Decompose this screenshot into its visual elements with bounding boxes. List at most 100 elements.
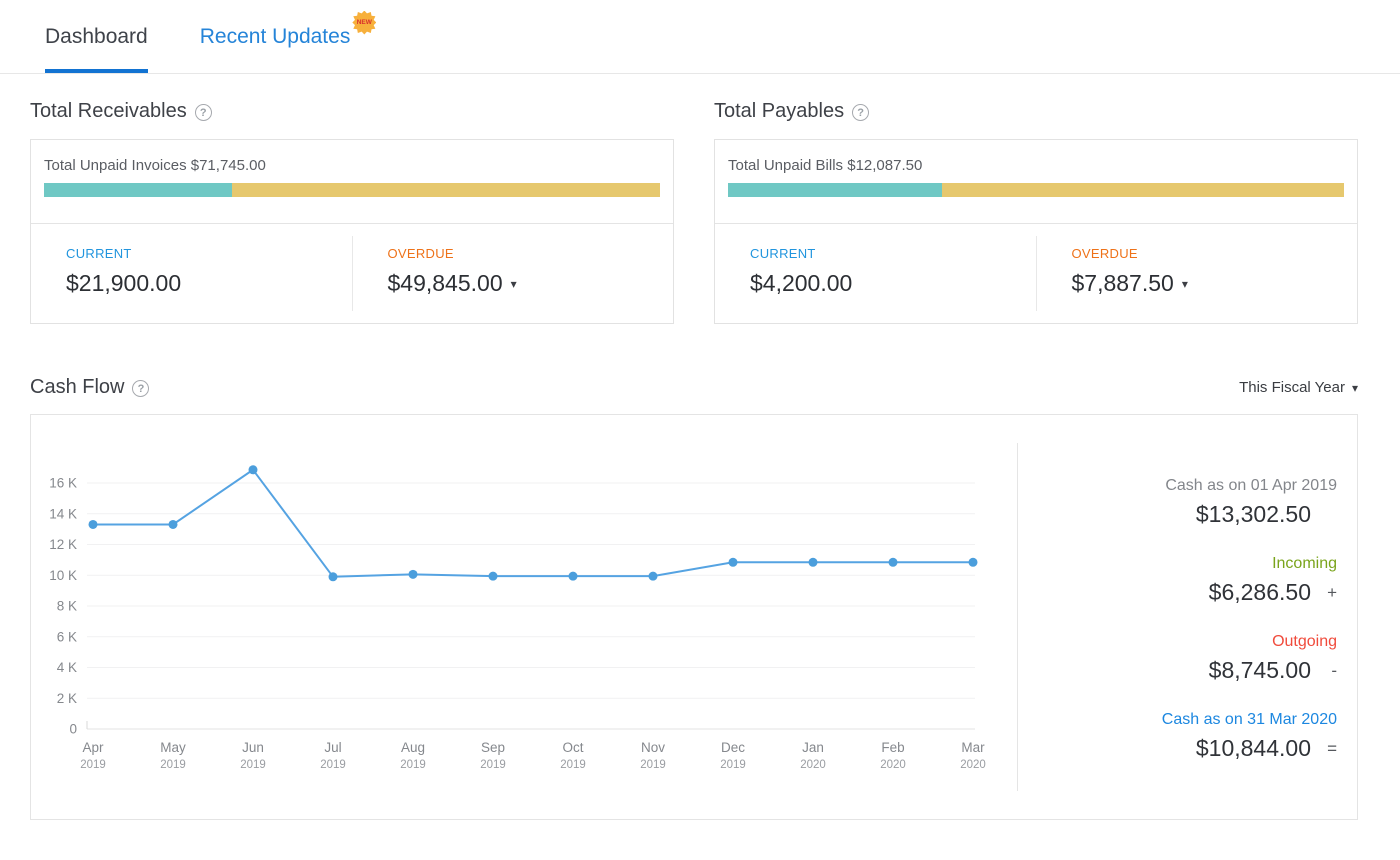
- cash-opening-value: $13,302.50: [1196, 501, 1311, 528]
- payables-overdue-amount[interactable]: $7,887.50 ▾: [1072, 270, 1358, 297]
- chart-point[interactable]: [889, 558, 898, 567]
- cash-summary-panel: Cash as on 01 Apr 2019 $13,302.50 Incomi…: [1017, 443, 1357, 791]
- new-badge: NEW: [352, 11, 376, 35]
- overdue-label: OVERDUE: [388, 246, 674, 261]
- y-axis-tick: 12 K: [49, 537, 77, 552]
- x-axis-month: Jul: [324, 740, 341, 755]
- help-icon[interactable]: ?: [852, 104, 869, 121]
- fiscal-year-dropdown[interactable]: This Fiscal Year ▾: [1239, 379, 1358, 396]
- y-axis-tick: 8 K: [57, 599, 77, 614]
- help-icon[interactable]: ?: [195, 104, 212, 121]
- cashflow-line-chart[interactable]: 02 K4 K6 K8 K10 K12 K14 K16 KApr2019May2…: [31, 415, 1017, 787]
- tab-dashboard-label: Dashboard: [45, 25, 148, 49]
- x-axis-month: Aug: [401, 740, 425, 755]
- chart-point[interactable]: [489, 572, 498, 581]
- x-axis-month: Oct: [562, 740, 583, 755]
- x-axis-year: 2019: [720, 759, 746, 771]
- chart-point[interactable]: [329, 572, 338, 581]
- receivables-progress-track: [44, 183, 660, 197]
- current-label: CURRENT: [750, 246, 1036, 261]
- y-axis-tick: 14 K: [49, 506, 77, 521]
- unpaid-invoices-label: Total Unpaid Invoices $71,745.00: [44, 157, 660, 174]
- help-icon[interactable]: ?: [132, 380, 149, 397]
- x-axis-month: Feb: [881, 740, 904, 755]
- y-axis-tick: 6 K: [57, 629, 77, 644]
- receivables-current-amount: $21,900.00: [66, 270, 352, 297]
- chart-point[interactable]: [169, 520, 178, 529]
- receivables-overdue-value: $49,845.00: [388, 270, 503, 297]
- receivables-progress-block: Total Unpaid Invoices $71,745.00: [31, 140, 673, 224]
- receivables-overdue: OVERDUE $49,845.00 ▾: [352, 236, 674, 311]
- x-axis-month: May: [160, 740, 186, 755]
- cashflow-title: Cash Flow ?: [30, 376, 149, 399]
- cash-opening-group: Cash as on 01 Apr 2019 $13,302.50: [1165, 477, 1337, 528]
- chevron-down-icon[interactable]: ▾: [511, 277, 517, 291]
- cashflow-title-text: Cash Flow: [30, 376, 124, 399]
- chart-point[interactable]: [569, 572, 578, 581]
- payables-overdue-value: $7,887.50: [1072, 270, 1174, 297]
- y-axis-tick: 4 K: [57, 660, 77, 675]
- outgoing-label: Outgoing: [1209, 633, 1337, 651]
- receivables-title: Total Receivables ?: [30, 100, 674, 123]
- chart-point[interactable]: [649, 572, 658, 581]
- payables-progress-track: [728, 183, 1344, 197]
- x-axis-year: 2019: [240, 759, 266, 771]
- payables-title-text: Total Payables: [714, 100, 844, 123]
- receivables-current: CURRENT $21,900.00: [31, 224, 352, 323]
- x-axis-year: 2020: [800, 759, 826, 771]
- payables-overdue: OVERDUE $7,887.50 ▾: [1036, 236, 1358, 311]
- minus-operator: -: [1311, 661, 1337, 681]
- tab-recent-updates-label: Recent Updates: [200, 25, 351, 49]
- payables-current-value: $4,200.00: [750, 270, 852, 297]
- chart-point[interactable]: [729, 558, 738, 567]
- x-axis-year: 2019: [160, 759, 186, 771]
- x-axis-year: 2019: [80, 759, 106, 771]
- x-axis-month: Nov: [641, 740, 665, 755]
- y-axis-tick: 2 K: [57, 691, 77, 706]
- y-axis-tick: 10 K: [49, 568, 77, 583]
- receivables-progress-fill: [44, 183, 232, 197]
- chart-point[interactable]: [809, 558, 818, 567]
- cash-closing-label: Cash as on 31 Mar 2020: [1162, 711, 1337, 729]
- incoming-value: $6,286.50: [1209, 579, 1311, 606]
- cash-opening-label: Cash as on 01 Apr 2019: [1165, 477, 1337, 495]
- incoming-label: Incoming: [1209, 555, 1337, 573]
- x-axis-year: 2019: [560, 759, 586, 771]
- cashflow-chart-area: 02 K4 K6 K8 K10 K12 K14 K16 KApr2019May2…: [31, 415, 1017, 819]
- cash-closing-value: $10,844.00: [1196, 735, 1311, 762]
- x-axis-month: Jan: [802, 740, 824, 755]
- x-axis-year: 2020: [880, 759, 906, 771]
- current-label: CURRENT: [66, 246, 352, 261]
- receivables-overdue-amount[interactable]: $49,845.00 ▾: [388, 270, 674, 297]
- cash-incoming-group: Incoming $6,286.50 +: [1209, 555, 1337, 606]
- y-axis-tick: 16 K: [49, 476, 77, 491]
- x-axis-year: 2019: [320, 759, 346, 771]
- payables-current: CURRENT $4,200.00: [715, 224, 1036, 323]
- chart-point[interactable]: [249, 465, 258, 474]
- payables-card: Total Unpaid Bills $12,087.50 CURRENT $4…: [714, 139, 1358, 324]
- total-payables-section: Total Payables ? Total Unpaid Bills $12,…: [714, 100, 1358, 324]
- chart-point[interactable]: [969, 558, 978, 567]
- chevron-down-icon[interactable]: ▾: [1182, 277, 1188, 291]
- payables-current-amount: $4,200.00: [750, 270, 1036, 297]
- fiscal-year-label: This Fiscal Year: [1239, 379, 1345, 396]
- x-axis-month: Sep: [481, 740, 505, 755]
- x-axis-month: Jun: [242, 740, 264, 755]
- tab-dashboard[interactable]: Dashboard: [45, 0, 148, 73]
- x-axis-month: Dec: [721, 740, 745, 755]
- chart-point[interactable]: [89, 520, 98, 529]
- cash-closing-group: Cash as on 31 Mar 2020 $10,844.00 =: [1162, 711, 1337, 762]
- x-axis-month: Mar: [961, 740, 985, 755]
- plus-operator: +: [1311, 583, 1337, 603]
- x-axis-year: 2019: [640, 759, 666, 771]
- outgoing-value: $8,745.00: [1209, 657, 1311, 684]
- payables-title: Total Payables ?: [714, 100, 1358, 123]
- y-axis-tick: 0: [69, 722, 77, 737]
- overdue-label: OVERDUE: [1072, 246, 1358, 261]
- payables-progress-fill: [728, 183, 942, 197]
- tab-recent-updates[interactable]: Recent Updates NEW: [200, 0, 375, 73]
- chart-point[interactable]: [409, 570, 418, 579]
- receivables-title-text: Total Receivables: [30, 100, 187, 123]
- unpaid-bills-label: Total Unpaid Bills $12,087.50: [728, 157, 1344, 174]
- x-axis-year: 2019: [480, 759, 506, 771]
